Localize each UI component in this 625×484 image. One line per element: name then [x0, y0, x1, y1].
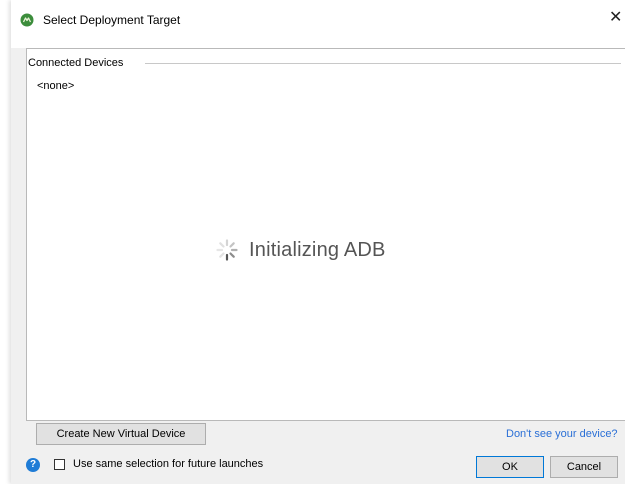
window-title: Select Deployment Target — [43, 13, 181, 27]
cancel-button[interactable]: Cancel — [550, 456, 618, 478]
device-list-empty-text: <none> — [37, 80, 75, 92]
title-bar: Select Deployment Target ✕ — [11, 0, 625, 48]
xamarin-android-icon — [20, 13, 34, 27]
same-selection-checkbox[interactable] — [54, 459, 65, 470]
section-divider — [145, 63, 621, 64]
close-button[interactable]: ✕ — [609, 6, 625, 30]
connected-devices-panel: Connected Devices <none> Initializing AD… — [26, 48, 625, 421]
loading-indicator: Initializing ADB — [215, 236, 386, 264]
ok-button[interactable]: OK — [476, 456, 544, 478]
create-virtual-device-button[interactable]: Create New Virtual Device — [36, 423, 206, 445]
select-deployment-target-dialog: Select Deployment Target ✕ Connected Dev… — [11, 0, 625, 484]
help-icon[interactable]: ? — [26, 458, 40, 472]
dont-see-device-link[interactable]: Don't see your device? — [506, 428, 618, 440]
spinner-icon — [215, 238, 239, 262]
connected-devices-label: Connected Devices — [28, 57, 130, 69]
status-text: Initializing ADB — [249, 238, 386, 261]
same-selection-label: Use same selection for future launches — [73, 458, 264, 470]
